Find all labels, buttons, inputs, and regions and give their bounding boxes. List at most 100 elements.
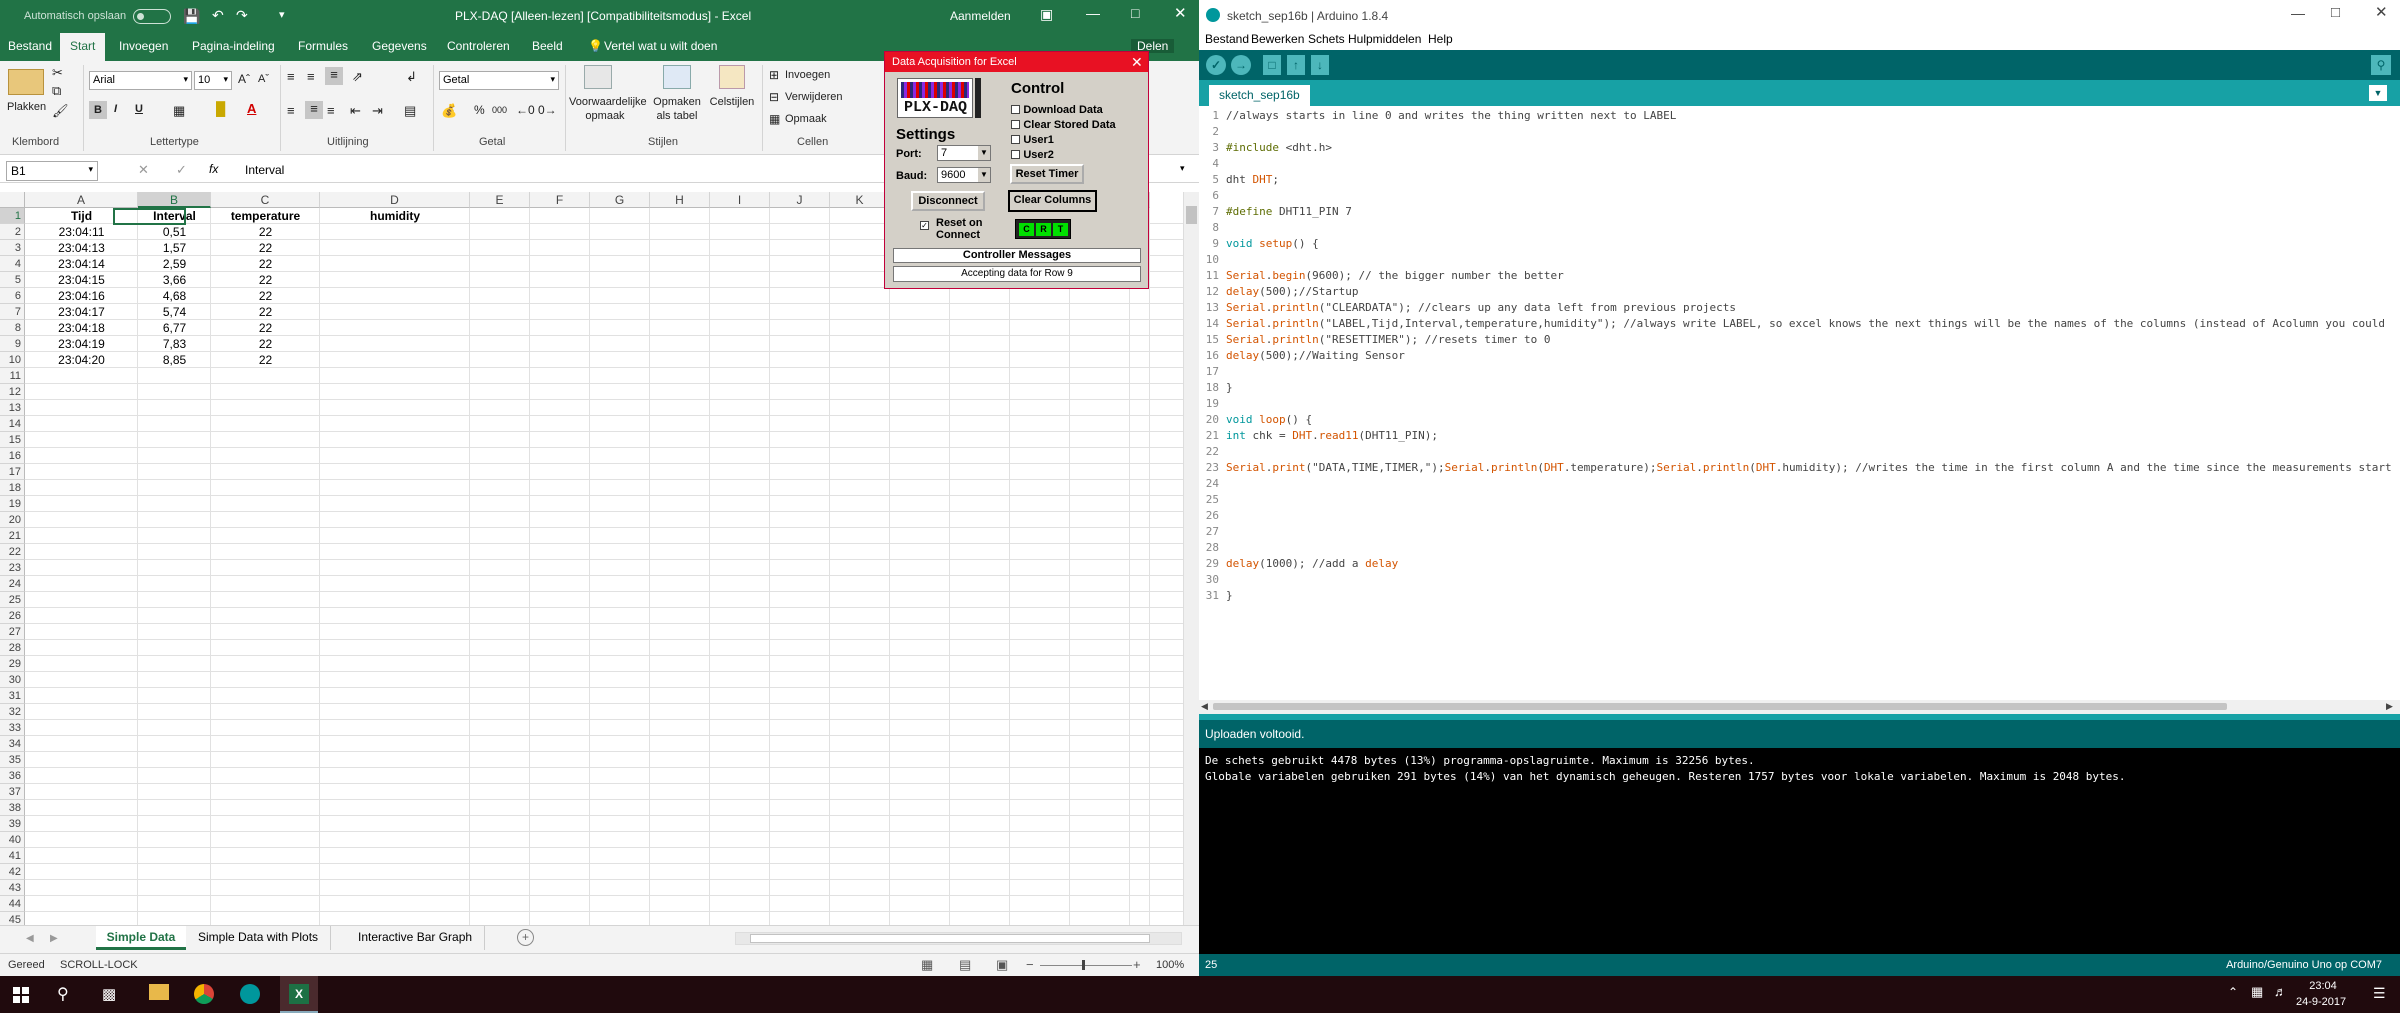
row-header-9[interactable]: 9 — [0, 336, 25, 352]
tab-gegevens[interactable]: Gegevens — [372, 39, 427, 53]
data-cell[interactable]: 22 — [211, 336, 320, 352]
row-header-25[interactable]: 25 — [0, 592, 25, 608]
row-header-19[interactable]: 19 — [0, 496, 25, 512]
name-box[interactable]: B1 ▾ — [6, 161, 98, 181]
align-middle-icon[interactable]: ≡ — [307, 69, 315, 84]
underline-button[interactable]: U — [135, 103, 143, 115]
arduino-taskbar-icon[interactable] — [240, 984, 260, 1004]
cell-styles-label[interactable]: Celstijlen — [706, 96, 758, 108]
row-header-40[interactable]: 40 — [0, 832, 25, 848]
insert-cells-button[interactable]: Invoegen — [785, 69, 830, 81]
sheet-tab-simple-data-plots[interactable]: Simple Data with Plots — [186, 926, 332, 950]
decrease-decimal-icon[interactable]: 0→ — [538, 103, 557, 117]
menu-bestand[interactable]: Bestand — [1205, 32, 1249, 46]
reset-on-connect-checkbox[interactable]: ✓ — [920, 221, 929, 235]
delete-cells-button[interactable]: Verwijderen — [785, 91, 842, 103]
header-cell[interactable]: temperature — [211, 208, 320, 224]
horizontal-scrollbar[interactable] — [735, 932, 1182, 945]
paste-button[interactable]: Plakken — [7, 101, 46, 113]
italic-button[interactable]: I — [114, 103, 117, 115]
customize-qat-icon[interactable]: ▾ — [279, 8, 285, 21]
menu-schets[interactable]: Schets — [1308, 32, 1345, 46]
data-cell[interactable]: 22 — [211, 256, 320, 272]
arduino-maximize-icon[interactable]: □ — [2331, 4, 2340, 21]
align-bottom-icon[interactable]: ≡ — [325, 67, 343, 85]
data-cell[interactable]: 22 — [211, 288, 320, 304]
font-color-icon[interactable]: A — [247, 101, 256, 116]
autosave-toggle[interactable] — [133, 9, 171, 24]
font-size-select[interactable]: 10 ▾ — [194, 71, 232, 90]
cut-icon[interactable]: ✂ — [52, 65, 63, 81]
tab-bestand[interactable]: Bestand — [8, 39, 52, 53]
arduino-minimize-icon[interactable]: — — [2291, 5, 2305, 21]
checkbox-user1[interactable]: User1 — [1011, 132, 1054, 146]
vertical-scroll-thumb[interactable] — [1186, 206, 1197, 224]
checkbox-clear-stored-data[interactable]: Clear Stored Data — [1011, 117, 1116, 131]
tab-beeld[interactable]: Beeld — [532, 39, 563, 53]
align-top-icon[interactable]: ≡ — [287, 69, 295, 84]
data-cell[interactable]: 23:04:18 — [25, 320, 138, 336]
clock-date[interactable]: 24-9-2017 — [2296, 996, 2346, 1008]
orientation-icon[interactable]: ⇗ — [352, 69, 363, 85]
column-header-k[interactable]: K — [830, 192, 890, 208]
page-break-view-icon[interactable]: ▣ — [996, 957, 1008, 973]
format-cells-button[interactable]: Opmaak — [785, 113, 827, 125]
row-header-13[interactable]: 13 — [0, 400, 25, 416]
row-header-5[interactable]: 5 — [0, 272, 25, 288]
port-select[interactable]: 7 ▼ — [937, 145, 991, 161]
align-center-icon[interactable]: ≡ — [305, 101, 323, 119]
cell-styles-icon[interactable] — [719, 65, 745, 89]
percent-button[interactable]: % — [474, 103, 485, 117]
sheet-tab-simple-data[interactable]: Simple Data — [96, 926, 186, 950]
row-header-26[interactable]: 26 — [0, 608, 25, 624]
column-header-i[interactable]: I — [710, 192, 770, 208]
row-header-1[interactable]: 1 — [0, 208, 25, 224]
select-all-corner[interactable] — [0, 192, 25, 208]
clipboard-icon[interactable] — [8, 69, 44, 95]
file-explorer-icon[interactable] — [149, 984, 169, 1000]
header-cell[interactable]: humidity — [320, 208, 470, 224]
format-table-label-1[interactable]: Opmaken — [648, 96, 706, 108]
zoom-in-icon[interactable]: + — [1133, 957, 1141, 972]
code-line[interactable]: Serial.println("CLEARDATA"); //clears up… — [1226, 300, 1736, 316]
row-header-29[interactable]: 29 — [0, 656, 25, 672]
data-cell[interactable]: 6,77 — [138, 320, 211, 336]
data-cell[interactable]: 23:04:16 — [25, 288, 138, 304]
code-line[interactable]: void setup() { — [1226, 236, 1319, 252]
conditional-format-icon[interactable] — [584, 65, 612, 89]
column-header-a[interactable]: A — [25, 192, 138, 208]
zoom-slider-thumb[interactable] — [1082, 960, 1085, 970]
align-left-icon[interactable]: ≡ — [287, 103, 295, 118]
next-sheet-icon[interactable]: ▶ — [50, 933, 58, 944]
code-line[interactable]: //always starts in line 0 and writes the… — [1226, 108, 1676, 124]
menu-bewerken[interactable]: Bewerken — [1251, 32, 1304, 46]
data-cell[interactable]: 23:04:20 — [25, 352, 138, 368]
data-cell[interactable]: 5,74 — [138, 304, 211, 320]
data-cell[interactable]: 4,68 — [138, 288, 211, 304]
row-header-31[interactable]: 31 — [0, 688, 25, 704]
column-header-h[interactable]: H — [650, 192, 710, 208]
tab-pagina-indeling[interactable]: Pagina-indeling — [192, 39, 275, 53]
row-header-23[interactable]: 23 — [0, 560, 25, 576]
sketch-tab[interactable]: sketch_sep16b — [1209, 85, 1310, 106]
borders-icon[interactable]: ▦ — [173, 103, 185, 119]
code-editor[interactable]: 1 //always starts in line 0 and writes th… — [1199, 106, 2400, 714]
signin-link[interactable]: Aanmelden — [950, 9, 1011, 23]
search-icon[interactable]: ⚲ — [57, 984, 69, 1004]
column-header-f[interactable]: F — [530, 192, 590, 208]
row-header-35[interactable]: 35 — [0, 752, 25, 768]
code-line[interactable]: } — [1226, 588, 1233, 604]
data-cell[interactable]: 22 — [211, 272, 320, 288]
row-header-6[interactable]: 6 — [0, 288, 25, 304]
delete-cells-icon[interactable]: ⊟ — [769, 90, 779, 104]
data-cell[interactable]: 23:04:19 — [25, 336, 138, 352]
notifications-icon[interactable]: ☰ — [2373, 985, 2386, 1002]
row-header-42[interactable]: 42 — [0, 864, 25, 880]
column-header-g[interactable]: G — [590, 192, 650, 208]
row-header-36[interactable]: 36 — [0, 768, 25, 784]
menu-help[interactable]: Help — [1428, 32, 1453, 46]
zoom-level[interactable]: 100% — [1156, 959, 1184, 971]
fill-color-icon[interactable]: █ — [216, 101, 225, 116]
verify-icon[interactable]: ✓ — [1206, 55, 1226, 75]
row-header-2[interactable]: 2 — [0, 224, 25, 240]
